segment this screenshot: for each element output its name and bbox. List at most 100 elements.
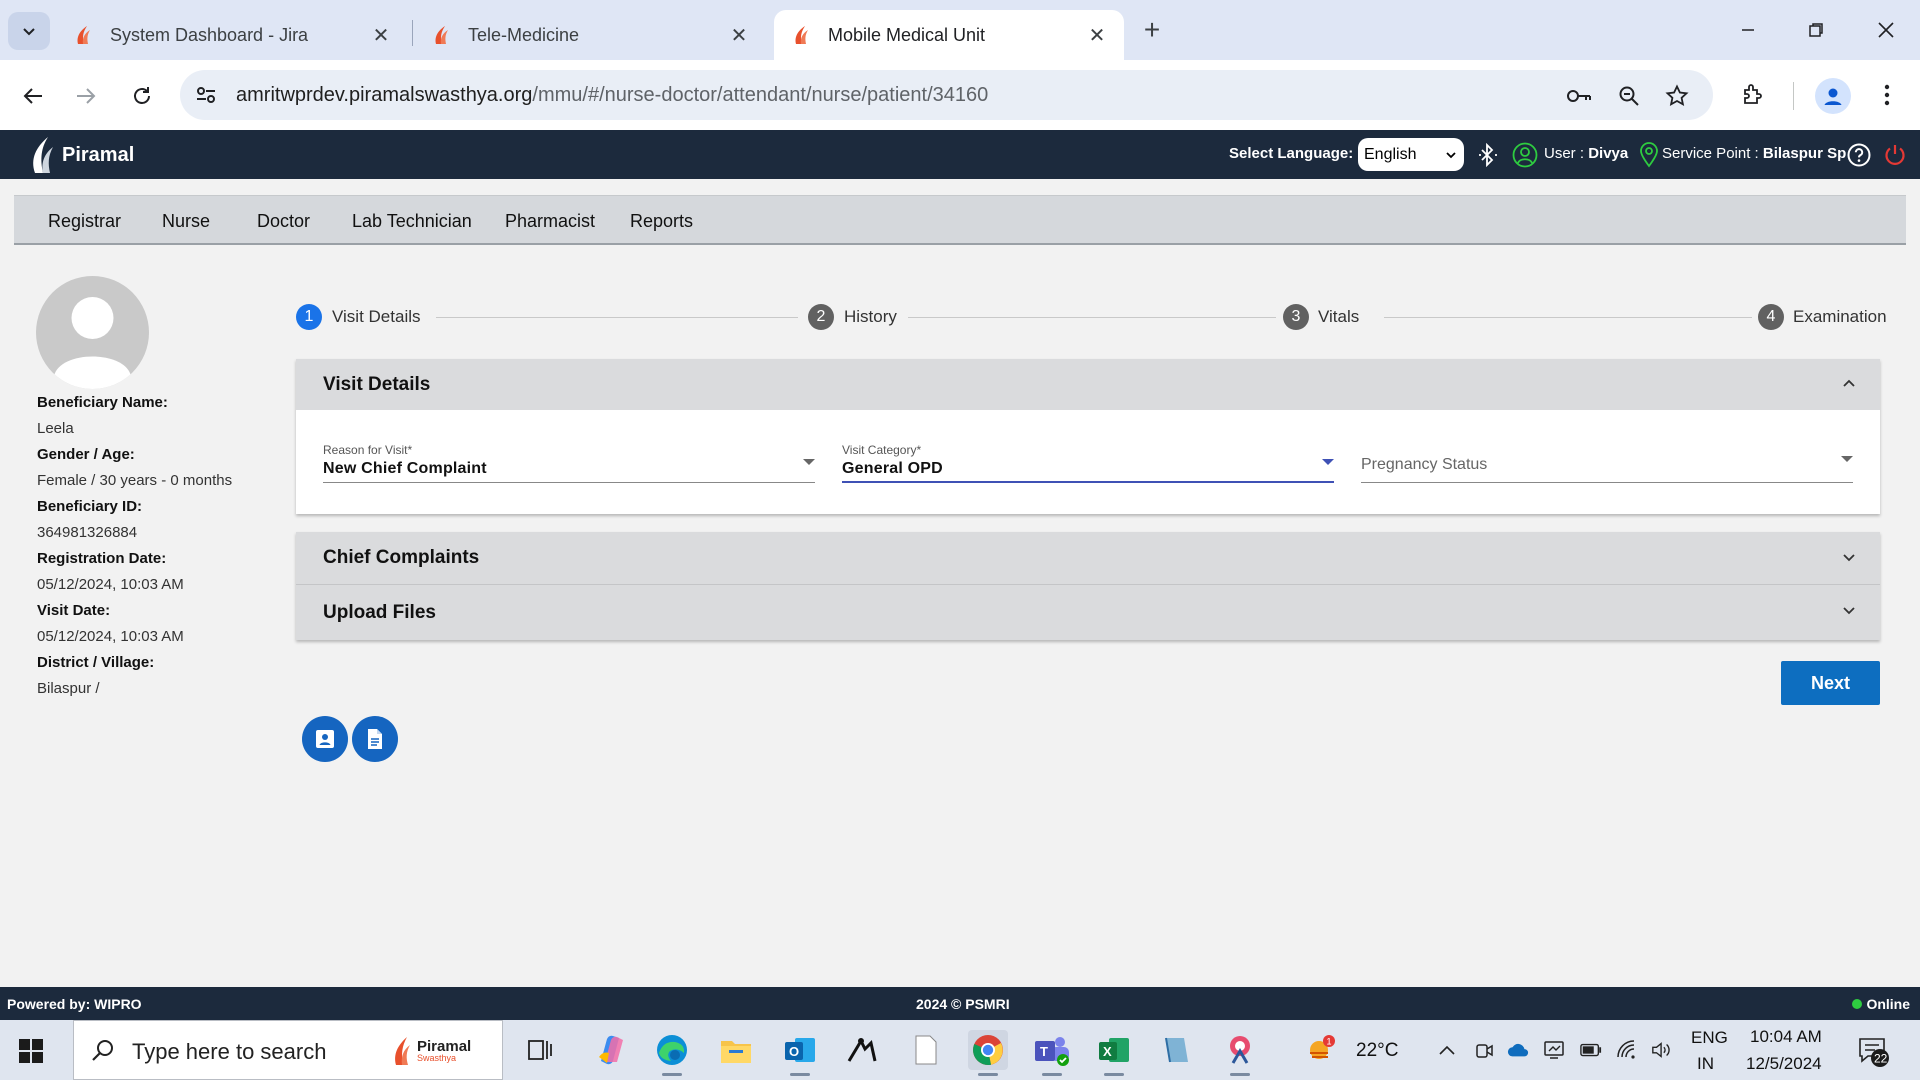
menu-item-reports[interactable]: Reports xyxy=(630,211,693,232)
online-status-text: Online xyxy=(1866,996,1910,1012)
menu-item-registrar[interactable]: Registrar xyxy=(48,211,121,232)
taskbar-search[interactable]: Type here to search Piramal Swasthya xyxy=(73,1020,503,1080)
url-host: amritwprdev.piramalswasthya.org xyxy=(236,84,533,106)
beneficiary-card-button[interactable] xyxy=(302,716,348,762)
reload-icon[interactable] xyxy=(124,78,160,114)
upload-files-header[interactable]: Upload Files xyxy=(296,585,1880,640)
windows-start-icon[interactable] xyxy=(18,1038,44,1064)
weather-temperature: 22°C xyxy=(1356,1040,1399,1061)
step-2-circle[interactable]: 2 xyxy=(808,304,834,330)
tab-search-chevron-icon[interactable] xyxy=(8,12,50,50)
visit-category-select[interactable]: Visit Category* General OPD xyxy=(842,443,1334,483)
menu-item-doctor[interactable]: Doctor xyxy=(257,211,310,232)
extensions-puzzle-icon[interactable] xyxy=(1736,78,1770,112)
excel-icon[interactable]: X xyxy=(1094,1030,1134,1076)
browser-menu-kebab-icon[interactable] xyxy=(1870,78,1904,112)
volume-speaker-icon[interactable] xyxy=(1651,1039,1673,1061)
close-tab-icon[interactable]: ✕ xyxy=(370,24,392,47)
input-language-bottom[interactable]: IN xyxy=(1697,1054,1714,1074)
task-view-icon[interactable] xyxy=(520,1030,560,1070)
piramal-logo[interactable]: Piramal xyxy=(28,134,134,176)
next-button[interactable]: Next xyxy=(1781,661,1880,705)
teams-icon[interactable]: T xyxy=(1032,1030,1072,1076)
running-indicator xyxy=(662,1073,682,1076)
chevron-up-icon xyxy=(1843,379,1855,387)
close-tab-icon[interactable]: ✕ xyxy=(1086,24,1108,47)
forward-arrow-icon[interactable] xyxy=(68,78,104,114)
network-display-icon[interactable] xyxy=(1543,1039,1565,1061)
zoom-icon[interactable] xyxy=(1616,83,1642,109)
menu-item-lab-technician[interactable]: Lab Technician xyxy=(352,211,472,232)
language-select[interactable]: English xyxy=(1358,138,1464,171)
site-settings-icon[interactable] xyxy=(194,83,218,107)
step-1-circle[interactable]: 1 xyxy=(296,304,322,330)
battery-icon[interactable] xyxy=(1580,1039,1602,1061)
step-3-label[interactable]: Vitals xyxy=(1318,307,1359,327)
edge-browser-icon[interactable] xyxy=(652,1030,692,1076)
gender-age-value: Female / 30 years - 0 months xyxy=(37,472,233,489)
profile-avatar-icon[interactable] xyxy=(1815,78,1851,114)
snipping-tool-icon[interactable] xyxy=(1220,1030,1260,1076)
chrome-icon[interactable] xyxy=(968,1030,1008,1076)
connection-status: Online xyxy=(1852,996,1910,1012)
step-4-circle[interactable]: 4 xyxy=(1758,304,1784,330)
file-explorer-icon[interactable] xyxy=(716,1030,756,1070)
pregnancy-status-placeholder: Pregnancy Status xyxy=(1361,456,1488,473)
menu-item-pharmacist[interactable]: Pharmacist xyxy=(505,211,595,232)
meet-camera-icon[interactable] xyxy=(1473,1039,1495,1061)
back-arrow-icon[interactable] xyxy=(15,78,51,114)
onedrive-cloud-icon[interactable] xyxy=(1507,1039,1529,1061)
password-key-icon[interactable] xyxy=(1566,83,1592,109)
bookmark-star-icon[interactable] xyxy=(1664,83,1690,109)
toolbar-divider xyxy=(1793,82,1794,110)
step-2-label[interactable]: History xyxy=(844,307,897,327)
browser-tab-jira[interactable]: System Dashboard - Jira ✕ xyxy=(56,10,408,60)
clock-date[interactable]: 12/5/2024 xyxy=(1746,1054,1822,1074)
windows-taskbar: Type here to search Piramal Swasthya O T xyxy=(0,1020,1920,1080)
help-icon[interactable] xyxy=(1846,142,1872,168)
notifications-icon[interactable]: 22 xyxy=(1856,1034,1890,1068)
show-hidden-icons-chevron-icon[interactable] xyxy=(1436,1039,1458,1061)
user-icon xyxy=(1512,142,1538,168)
step-1-label[interactable]: Visit Details xyxy=(332,307,421,327)
chief-complaints-title: Chief Complaints xyxy=(323,547,480,568)
minimize-window-icon[interactable] xyxy=(1728,12,1768,48)
power-logout-icon[interactable] xyxy=(1882,142,1908,168)
snipping-app-icon[interactable] xyxy=(842,1030,882,1070)
reason-for-visit-select[interactable]: Reason for Visit* New Chief Complaint xyxy=(323,443,815,483)
browser-tab-telemedicine[interactable]: Tele-Medicine ✕ xyxy=(414,10,766,60)
wifi-icon[interactable] xyxy=(1616,1039,1638,1061)
notes-app-icon[interactable] xyxy=(1156,1030,1196,1070)
new-tab-plus-icon[interactable]: + xyxy=(1136,14,1168,46)
running-indicator xyxy=(1042,1073,1062,1076)
outlook-icon[interactable]: O xyxy=(780,1030,820,1076)
tab-separator xyxy=(412,20,413,46)
chevron-down-icon xyxy=(1843,554,1855,562)
browser-tab-mmu[interactable]: Mobile Medical Unit ✕ xyxy=(774,10,1124,60)
browser-tabbar: System Dashboard - Jira ✕ Tele-Medicine … xyxy=(0,0,1920,60)
menu-item-nurse[interactable]: Nurse xyxy=(162,211,210,232)
district-village-value: Bilaspur / xyxy=(37,680,100,697)
clock-time[interactable]: 10:04 AM xyxy=(1750,1027,1822,1047)
chevron-down-icon xyxy=(1843,607,1855,615)
restore-window-icon[interactable] xyxy=(1796,12,1836,48)
browser-toolbar: amritwprdev.piramalswasthya.org/mmu/#/nu… xyxy=(0,60,1920,130)
input-language-top[interactable]: ENG xyxy=(1691,1028,1728,1048)
close-window-icon[interactable] xyxy=(1866,12,1906,48)
dropdown-arrow-icon xyxy=(1322,459,1334,465)
close-tab-icon[interactable]: ✕ xyxy=(728,24,750,47)
search-highlight-brand[interactable]: Piramal Swasthya xyxy=(391,1029,491,1073)
weather-icon[interactable]: 1 xyxy=(1306,1034,1336,1064)
chief-complaints-header[interactable]: Chief Complaints xyxy=(296,532,1880,585)
pregnancy-status-select[interactable]: Pregnancy Status xyxy=(1361,443,1853,483)
case-sheet-button[interactable] xyxy=(352,716,398,762)
step-4-label[interactable]: Examination xyxy=(1793,307,1887,327)
copilot-icon[interactable] xyxy=(590,1030,630,1070)
step-3-circle[interactable]: 3 xyxy=(1283,304,1309,330)
visit-details-header[interactable]: Visit Details xyxy=(296,359,1880,410)
notepad-icon[interactable] xyxy=(906,1030,946,1070)
address-bar[interactable]: amritwprdev.piramalswasthya.org/mmu/#/nu… xyxy=(180,70,1713,120)
running-indicator xyxy=(1104,1073,1124,1076)
bluetooth-icon[interactable] xyxy=(1475,142,1501,168)
registration-date-label: Registration Date: xyxy=(37,550,167,567)
